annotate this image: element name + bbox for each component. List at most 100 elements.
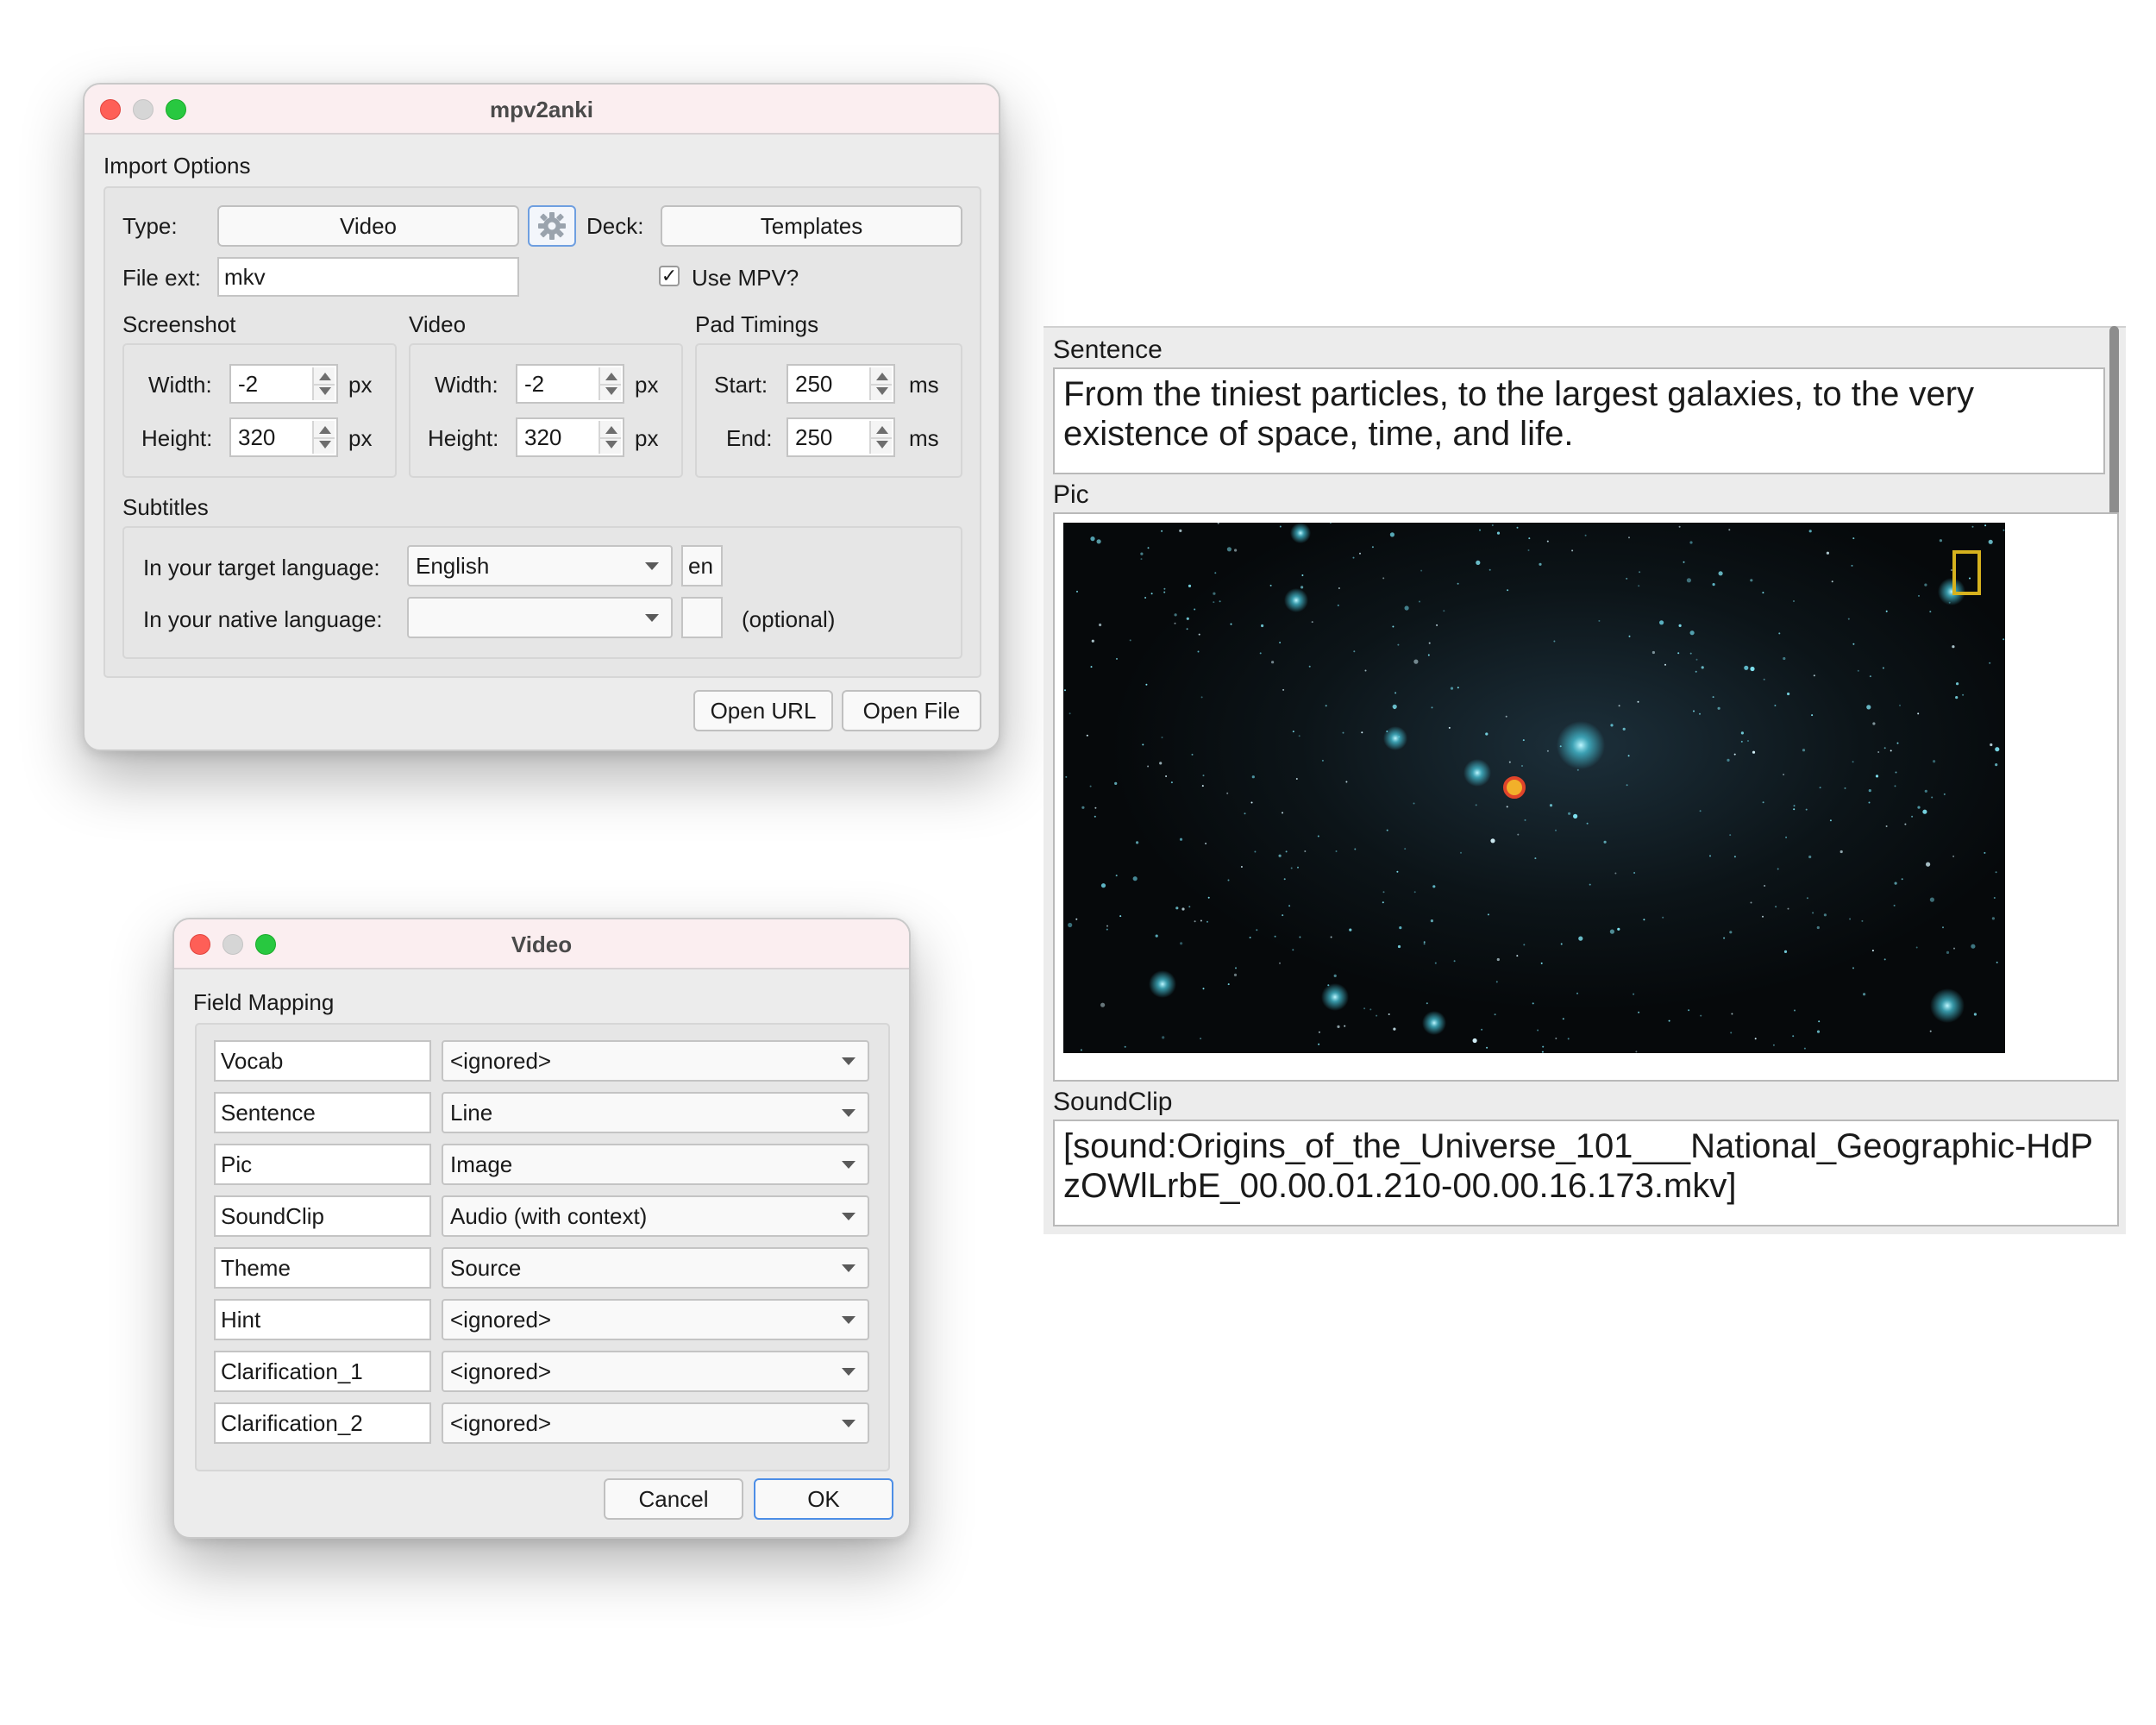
star (1816, 925, 1820, 930)
field-name-4[interactable]: SoundClip (214, 1195, 431, 1237)
star (1633, 872, 1636, 874)
star (1457, 687, 1459, 689)
star (1179, 529, 1182, 532)
field-mapping-select-6[interactable]: <ignored> (442, 1299, 869, 1340)
pad-timings-group: Start: 250 ms End: 250 ms (695, 343, 962, 478)
native-language-code[interactable] (681, 597, 723, 638)
title-bar[interactable]: Video (174, 919, 909, 969)
star (1308, 665, 1311, 668)
star (1826, 551, 1829, 555)
star (1282, 914, 1284, 917)
star (1762, 915, 1764, 918)
video-width-spinbox[interactable]: -2 (516, 364, 624, 404)
cancel-button[interactable]: Cancel (604, 1478, 743, 1520)
native-language-select[interactable] (407, 597, 673, 638)
spin-arrows[interactable] (599, 421, 621, 454)
open-url-button[interactable]: Open URL (693, 690, 833, 731)
field-name-7[interactable]: Clarification_1 (214, 1351, 431, 1392)
field-name-8[interactable]: Clarification_2 (214, 1402, 431, 1444)
star (1404, 605, 1409, 611)
star (1700, 1014, 1702, 1017)
star (1269, 584, 1272, 586)
pic-field-editor[interactable] (1053, 512, 2119, 1082)
spin-arrows[interactable] (869, 421, 892, 454)
star (1330, 936, 1332, 938)
star (1995, 871, 1997, 874)
sentence-field-editor[interactable]: From the tiniest particles, to the large… (1053, 367, 2105, 474)
star (1194, 920, 1196, 923)
star (1490, 838, 1495, 844)
star (1668, 1019, 1670, 1022)
file-ext-input[interactable]: mkv (217, 257, 519, 297)
screenshot-height-spinbox[interactable]: 320 (229, 417, 338, 457)
field-mapping-select-5[interactable]: Source (442, 1247, 869, 1289)
screenshot-height-label: Height: (141, 425, 213, 451)
star (1709, 855, 1711, 857)
subtitles-title: Subtitles (122, 494, 209, 520)
star (1750, 901, 1752, 904)
star (1129, 639, 1131, 642)
spin-arrows[interactable] (599, 367, 621, 400)
star (1839, 850, 1843, 854)
field-mapping-select-7[interactable]: <ignored> (442, 1351, 869, 1392)
field-name-5[interactable]: Theme (214, 1247, 431, 1289)
star (1064, 689, 1066, 692)
ok-button[interactable]: OK (754, 1478, 893, 1520)
spin-arrows[interactable] (312, 367, 335, 400)
star (1598, 619, 1601, 622)
star (1689, 541, 1693, 544)
star (1174, 613, 1177, 617)
star (1254, 850, 1257, 853)
star (1114, 781, 1118, 785)
field-mapping-select-4[interactable]: Audio (with context) (442, 1195, 869, 1237)
open-file-button[interactable]: Open File (842, 690, 981, 731)
title-bar[interactable]: mpv2anki (85, 85, 999, 135)
star (1301, 574, 1304, 576)
field-mapping-select-3[interactable]: Image (442, 1144, 869, 1185)
deck-button[interactable]: Templates (661, 205, 962, 247)
star (1831, 580, 1833, 583)
star (1186, 617, 1189, 620)
spin-arrows[interactable] (312, 421, 335, 454)
star (1950, 569, 1952, 571)
spin-arrows[interactable] (869, 367, 892, 400)
star (1234, 549, 1238, 552)
star (1695, 670, 1697, 673)
star (1729, 931, 1733, 934)
pad-start-spinbox[interactable]: 250 (787, 364, 895, 404)
star (1899, 704, 1901, 706)
star (1527, 549, 1530, 551)
settings-button[interactable] (528, 205, 576, 247)
field-name-3[interactable]: Pic (214, 1144, 431, 1185)
field-name-6[interactable]: Hint (214, 1299, 431, 1340)
field-mapping-select-2[interactable]: Line (442, 1092, 869, 1133)
star (1144, 597, 1147, 599)
type-button[interactable]: Video (217, 205, 519, 247)
star (1436, 624, 1438, 626)
star (1251, 775, 1255, 779)
star (1274, 935, 1276, 938)
optional-label: (optional) (742, 606, 836, 632)
video-height-spinbox[interactable]: 320 (516, 417, 624, 457)
field-name-1[interactable]: Vocab (214, 1040, 431, 1082)
star (1420, 569, 1423, 572)
star (1487, 913, 1489, 916)
pad-end-spinbox[interactable]: 250 (787, 417, 895, 457)
pad-end-value: 250 (795, 424, 833, 450)
screenshot-width-spinbox[interactable]: -2 (229, 364, 338, 404)
field-mapping-select-8[interactable]: <ignored> (442, 1402, 869, 1444)
field-mapping-select-1[interactable]: <ignored> (442, 1040, 869, 1082)
use-mpv-checkbox[interactable]: ✓ (659, 266, 680, 286)
star (1404, 848, 1407, 850)
target-language-select[interactable]: English (407, 545, 673, 586)
star (1233, 973, 1238, 976)
field-name-2[interactable]: Sentence (214, 1092, 431, 1133)
target-language-code[interactable]: en (681, 545, 723, 586)
screenshot-height-unit: px (348, 425, 373, 451)
star (1805, 808, 1808, 811)
star (1852, 643, 1855, 645)
soundclip-field-editor[interactable]: [sound:Origins_of_the_Universe_101___Nat… (1053, 1120, 2119, 1226)
star (1802, 749, 1806, 752)
star (1202, 988, 1205, 990)
star (1090, 666, 1093, 668)
